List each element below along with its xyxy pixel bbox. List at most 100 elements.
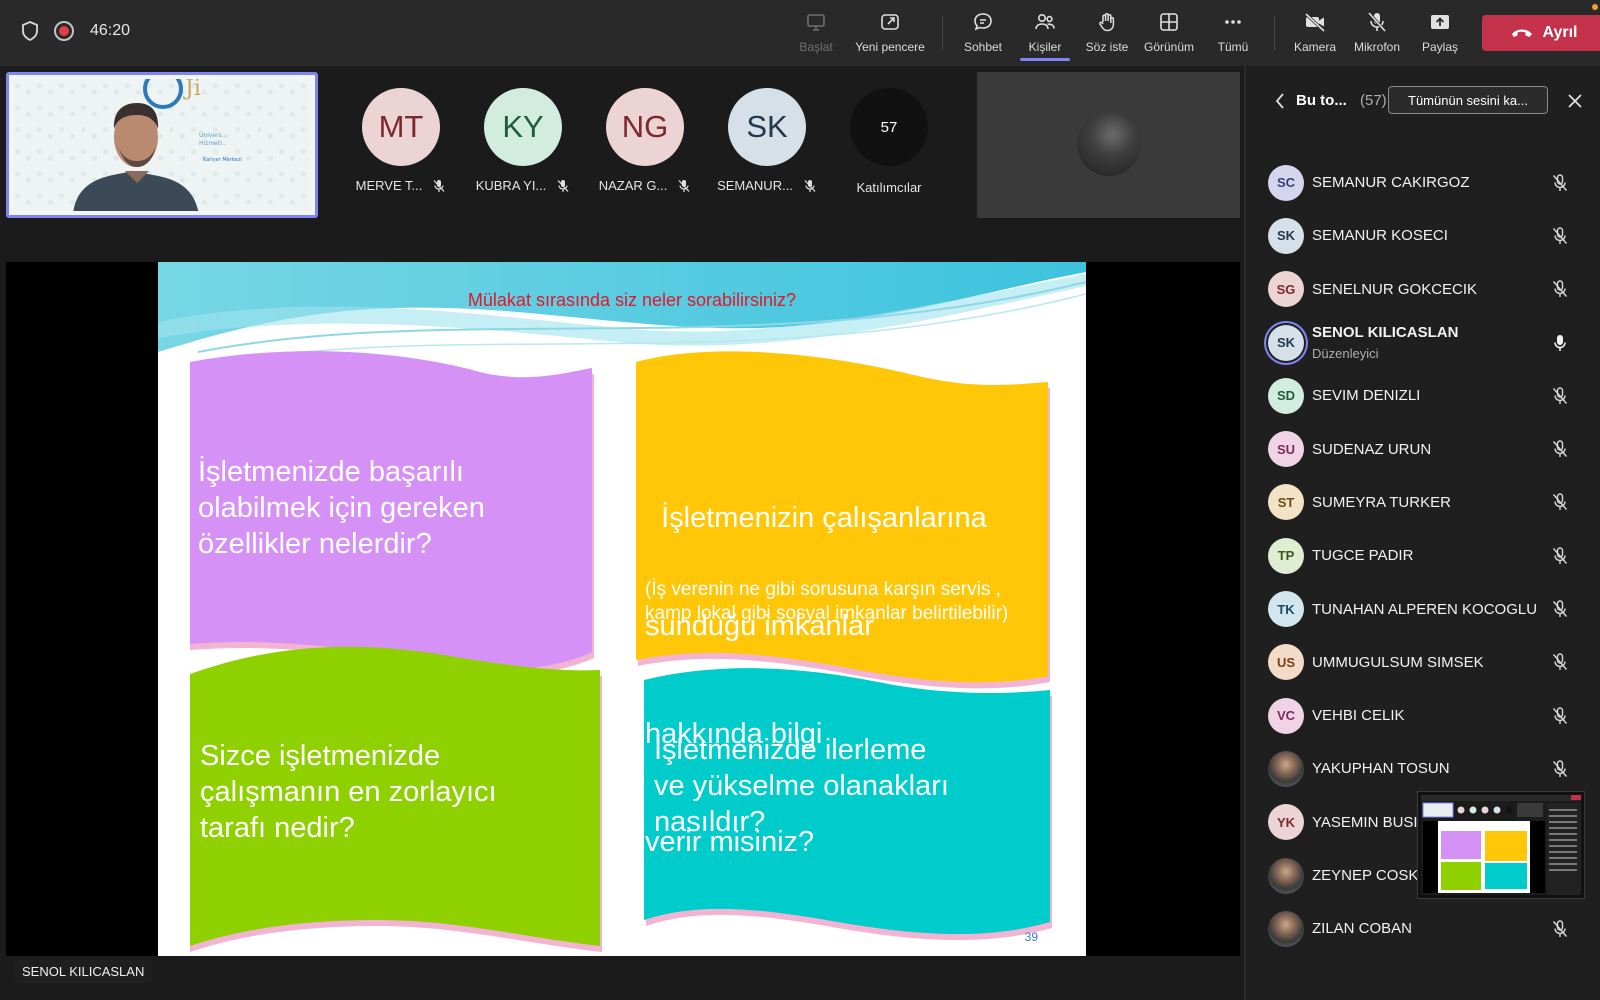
mic-off-icon[interactable] bbox=[1550, 546, 1570, 566]
mic-off-icon[interactable] bbox=[1550, 492, 1570, 512]
participants-count-label: Katılımcılar bbox=[856, 180, 922, 195]
avatar: TK bbox=[1268, 591, 1304, 628]
mic-off-icon[interactable] bbox=[1550, 173, 1570, 193]
avatar: VC bbox=[1268, 697, 1304, 734]
participant-name: SUDENAZ URUN bbox=[1312, 440, 1432, 458]
avatar: SG bbox=[1268, 271, 1304, 308]
participant-tile[interactable]: NG NAZAR G... bbox=[586, 88, 704, 193]
avatar: MT bbox=[362, 88, 440, 166]
participant-tile-name: SEMANUR... bbox=[717, 178, 817, 193]
slide-card-2-note: (İş verenin ne gibi sorusuna karşın serv… bbox=[645, 578, 1008, 626]
avatar: SC bbox=[1268, 164, 1304, 201]
participant-row[interactable]: TK TUNAHAN ALPEREN KOCOGLU bbox=[1246, 582, 1600, 635]
mic-off-icon[interactable] bbox=[1550, 919, 1570, 939]
participant-row[interactable]: SD SEVIM DENIZLI bbox=[1246, 369, 1600, 422]
remote-video-tile[interactable] bbox=[977, 72, 1240, 218]
start-button[interactable]: Başlat bbox=[776, 10, 856, 54]
slide-card-line: özellikler nelerdir? bbox=[198, 528, 432, 560]
participant-name: SEMANUR... bbox=[717, 178, 793, 193]
mic-off-icon[interactable] bbox=[1550, 599, 1570, 619]
participant-name: UMMUGULSUM SIMSEK bbox=[1312, 653, 1484, 671]
microphone-label: Mikrofon bbox=[1353, 40, 1400, 54]
participant-row[interactable]: VC VEHBI CELIK bbox=[1246, 689, 1600, 742]
participant-name: TUNAHAN ALPEREN KOCOGLU bbox=[1312, 600, 1538, 618]
participant-name: ZILAN COBAN bbox=[1312, 920, 1413, 938]
svg-text:Ünivers..: Ünivers.. bbox=[199, 132, 226, 139]
avatar-photo bbox=[1268, 750, 1304, 787]
new-window-icon bbox=[881, 14, 899, 30]
participant-row[interactable]: ST SUMEYRA TURKER bbox=[1246, 476, 1600, 529]
participant-row[interactable]: SC SEMANUR CAKIRGOZ bbox=[1246, 156, 1600, 209]
leave-button[interactable]: Ayrıl bbox=[1482, 15, 1600, 51]
avatar: US bbox=[1268, 644, 1304, 681]
participant-name: SEMANUR KOSECI bbox=[1312, 227, 1448, 245]
avatar: KY bbox=[484, 88, 562, 166]
mic-off-icon[interactable] bbox=[1550, 706, 1570, 726]
avatar-photo bbox=[1268, 857, 1304, 894]
mic-off-icon bbox=[804, 179, 816, 192]
participants-count-tile[interactable]: 57 Katılımcılar bbox=[830, 88, 948, 195]
participant-row[interactable]: SK SEMANUR KOSECI bbox=[1246, 209, 1600, 262]
new-window-button[interactable]: Yeni pencere bbox=[850, 10, 930, 54]
participant-name: SEVIM DENIZLI bbox=[1312, 387, 1421, 405]
participant-tile[interactable]: SK SEMANUR... bbox=[708, 88, 826, 193]
mic-off-icon[interactable] bbox=[1550, 226, 1570, 246]
shared-content: Mülakat sırasında siz neler sorabilirsin… bbox=[6, 262, 1240, 956]
participant-role: Düzenleyici bbox=[1312, 345, 1379, 361]
preview-thumbnail bbox=[1421, 795, 1581, 895]
people-icon bbox=[1035, 14, 1055, 30]
shield-icon bbox=[22, 21, 38, 42]
mic-off-icon[interactable] bbox=[1550, 439, 1570, 459]
avatar: YK bbox=[1268, 804, 1304, 841]
participant-row[interactable]: SK SENOL KILICASLAN Düzenleyici bbox=[1246, 316, 1600, 369]
share-button[interactable]: Paylaş bbox=[1400, 10, 1480, 54]
participant-row[interactable]: US UMMUGULSUM SIMSEK bbox=[1246, 636, 1600, 689]
participant-name: SUMEYRA TURKER bbox=[1312, 493, 1451, 511]
participant-name: SEMANUR CAKIRGOZ bbox=[1312, 174, 1470, 192]
mic-off-icon[interactable] bbox=[1550, 279, 1570, 299]
participant-row[interactable]: TP TUGCE PADIR bbox=[1246, 529, 1600, 582]
slide-card-line: nasıldır? bbox=[654, 806, 766, 838]
slide-page-number: 39 bbox=[1024, 930, 1038, 944]
chevron-left-icon[interactable] bbox=[1274, 92, 1286, 110]
presentation-slide: Mülakat sırasında siz neler sorabilirsin… bbox=[158, 262, 1086, 956]
avatar: SU bbox=[1268, 431, 1304, 468]
avatar: SK bbox=[1268, 324, 1304, 361]
close-icon[interactable] bbox=[1566, 92, 1584, 110]
mic-off-icon bbox=[1367, 12, 1387, 32]
participant-row[interactable]: ZILAN COBAN bbox=[1246, 902, 1600, 955]
mute-all-button[interactable]: Tümünün sesini ka... bbox=[1388, 86, 1548, 114]
participant-tile-name: KUBRA YI... bbox=[476, 178, 571, 193]
more-button[interactable]: Tümü bbox=[1193, 10, 1273, 54]
grid-icon bbox=[1160, 13, 1178, 31]
slide-card-line: İşletmenizin çalışanlarına bbox=[645, 502, 987, 534]
people-label: Kişiler bbox=[1028, 40, 1062, 54]
participant-row[interactable]: YAKUPHAN TOSUN bbox=[1246, 742, 1600, 795]
view-label: Görünüm bbox=[1143, 40, 1195, 54]
share-label: Paylaş bbox=[1421, 40, 1459, 54]
participant-row[interactable]: SG SENELNUR GOKCECIK bbox=[1246, 263, 1600, 316]
remote-participant-photo bbox=[1077, 112, 1141, 176]
mic-off-icon[interactable] bbox=[1550, 652, 1570, 672]
participant-name: MERVE T... bbox=[355, 178, 423, 193]
avatar: NG bbox=[606, 88, 684, 166]
panel-title: Bu to... bbox=[1296, 92, 1347, 109]
screen-share-preview[interactable] bbox=[1418, 792, 1584, 898]
mic-on-icon[interactable] bbox=[1550, 333, 1570, 353]
slide-title: Mülakat sırasında siz neler sorabilirsin… bbox=[467, 290, 797, 310]
participant-tile[interactable]: KY KUBRA YI... bbox=[464, 88, 582, 193]
participant-row[interactable]: SU SUDENAZ URUN bbox=[1246, 422, 1600, 475]
self-video-tile[interactable]: Ji Ünivers.. Hizmeti.. Kariyer Merkezi bbox=[6, 72, 318, 218]
mic-off-icon[interactable] bbox=[1550, 386, 1570, 406]
slide-card-3: Sizce işletmenizde çalışmanın en zorlayı… bbox=[200, 738, 497, 846]
svg-text:Ji: Ji bbox=[183, 79, 201, 101]
meeting-timer: 46:20 bbox=[90, 22, 131, 39]
more-icon bbox=[1225, 20, 1241, 24]
slide-card-line: (İş verenin ne gibi sorusuna karşın serv… bbox=[645, 579, 1001, 600]
mic-off-icon[interactable] bbox=[1550, 759, 1570, 779]
slide-card-4: İşletmenizde ilerleme ve yükselme olanak… bbox=[654, 732, 949, 840]
mic-off-icon bbox=[433, 179, 445, 192]
participant-name: SENOL KILICASLAN bbox=[1312, 323, 1459, 341]
participant-tile[interactable]: MT MERVE T... bbox=[342, 88, 460, 193]
notification-dot bbox=[1592, 4, 1598, 10]
